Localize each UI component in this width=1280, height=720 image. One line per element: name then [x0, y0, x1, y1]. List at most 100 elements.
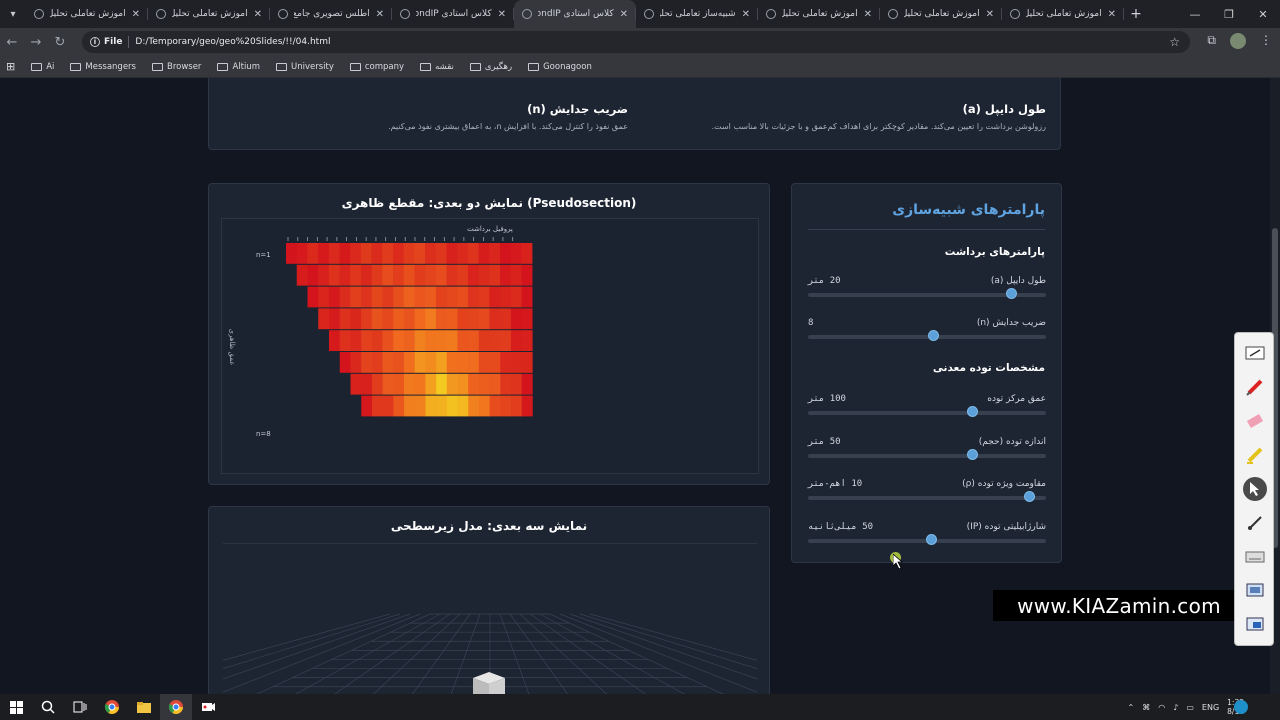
param-slider-track[interactable] [808, 411, 1046, 415]
start-icon[interactable] [0, 694, 32, 720]
new-tab-icon[interactable]: + [1124, 6, 1148, 22]
browser-tab[interactable]: آموزش تعاملی تحلیل ✕ [758, 0, 880, 28]
tab-close-icon[interactable]: ✕ [376, 9, 384, 20]
whiteboard-icon[interactable] [1243, 341, 1267, 365]
eraser-icon[interactable] [1243, 409, 1267, 433]
pseudosection-cell [307, 243, 319, 264]
bookmark-folder[interactable]: رهگیری [464, 62, 518, 72]
bookmark-folder[interactable]: Goonagoon [522, 62, 598, 72]
browser-tab[interactable]: آموزش تعاملی تحلیل ✕ [1002, 0, 1124, 28]
close-window-icon[interactable]: ✕ [1246, 0, 1280, 28]
param-slider-track[interactable] [808, 335, 1046, 339]
browser-tab[interactable]: آموزش تعاملی تحلیل ✕ [148, 0, 270, 28]
pseudosection-cell [425, 286, 437, 308]
bookmark-folder[interactable]: Messangers [64, 62, 142, 72]
param-slider-track[interactable] [808, 454, 1046, 458]
param-slider-thumb[interactable] [1005, 288, 1017, 299]
apps-grid-icon[interactable]: ⊞ [6, 60, 15, 73]
bookmark-label: نقشه [435, 61, 454, 72]
battery-icon[interactable]: ▭ [1186, 703, 1194, 712]
omnibox[interactable]: i File D:/Temporary/geo/geo%20Slides/!!/0… [82, 31, 1190, 53]
search-icon[interactable] [32, 694, 64, 720]
info-separation-factor: ضریب جدایش (n) عمق نفوذ را کنترل می‌کند.… [248, 102, 628, 131]
toolbar-actions: ⧉ ⋮ [1207, 33, 1272, 49]
browser-tab[interactable]: کلاس استادی CondIP ✕ [392, 0, 514, 28]
bookmark-star-icon[interactable]: ☆ [1169, 35, 1180, 49]
profile-avatar[interactable] [1230, 33, 1246, 49]
edge-tray-icon[interactable] [1234, 700, 1248, 714]
bookmark-folder[interactable]: Altium [211, 62, 266, 72]
pseudosection-cell [318, 264, 330, 286]
forward-icon[interactable]: → [24, 35, 48, 50]
pseudosection-cell [350, 352, 362, 373]
tab-close-icon[interactable]: ✕ [254, 9, 262, 20]
minimize-icon[interactable]: — [1178, 0, 1212, 28]
tab-close-icon[interactable]: ✕ [132, 9, 140, 20]
recorder-app-icon[interactable] [192, 694, 224, 720]
chrome-icon[interactable] [96, 694, 128, 720]
param-slider-track[interactable] [808, 496, 1046, 500]
browser-tab[interactable]: کلاس استادی CondIP ✕ [514, 0, 636, 28]
tab-favicon-icon [156, 9, 166, 19]
param-slider-thumb[interactable] [1023, 491, 1035, 502]
highlighter-icon[interactable] [1243, 443, 1267, 467]
bookmark-label: company [364, 61, 405, 72]
back-icon[interactable]: ← [0, 35, 24, 50]
pseudosection-cell [489, 330, 501, 351]
restore-icon[interactable]: ❐ [1212, 0, 1246, 28]
tab-close-icon[interactable]: ✕ [864, 9, 872, 20]
pseudosection-cell [467, 264, 479, 286]
display-settings-icon[interactable] [1243, 613, 1267, 637]
browser-tab[interactable]: آموزش تعاملی تحلیل ✕ [26, 0, 148, 28]
grid-line [529, 613, 646, 694]
view3d-canvas[interactable] [100, 543, 880, 694]
tab-close-icon[interactable]: ✕ [986, 9, 994, 20]
omnibox-divider [128, 36, 130, 48]
param-slider-thumb[interactable] [928, 330, 940, 341]
bookmark-folder[interactable]: company [344, 62, 410, 72]
browser-tab[interactable]: شبیه‌ساز تعاملی تحلیل ✕ [636, 0, 758, 28]
pseudosection-cell [318, 286, 330, 308]
param-slider-thumb[interactable] [966, 406, 978, 417]
tab-close-icon[interactable]: ✕ [498, 9, 506, 20]
pseudosection-cell [521, 308, 533, 330]
grid-line [411, 613, 471, 694]
bookmark-folder[interactable]: Ai [25, 62, 60, 72]
keyboard-icon[interactable] [1243, 545, 1267, 569]
tab-search-icon[interactable]: ▾ [0, 0, 26, 28]
annotation-toolbox [1234, 332, 1274, 646]
brush-icon[interactable] [1243, 511, 1267, 535]
watermark: www.KIAZamin.com [993, 590, 1245, 621]
bookmark-folder[interactable]: University [270, 62, 340, 72]
reload-icon[interactable]: ↻ [48, 35, 72, 50]
browser-tab[interactable]: اطلس تصویری جامع ✕ [270, 0, 392, 28]
info-icon: i [90, 37, 100, 47]
file-explorer-icon[interactable] [128, 694, 160, 720]
bookmark-folder[interactable]: نقشه [414, 62, 460, 72]
url-text[interactable]: D:/Temporary/geo/geo%20Slides/!!/04.html [135, 37, 330, 47]
tab-title: اطلس تصویری جامع [294, 9, 370, 19]
volume-icon[interactable]: ♪ [1173, 703, 1178, 712]
param-slider-thumb[interactable] [966, 449, 978, 460]
bookmark-folder[interactable]: Browser [146, 62, 207, 72]
red-pen-icon[interactable] [1243, 375, 1267, 399]
pseudosection-cell [489, 395, 501, 417]
extensions-icon[interactable]: ⧉ [1207, 33, 1216, 49]
menu-kebab-icon[interactable]: ⋮ [1260, 33, 1272, 49]
network-icon[interactable]: ⌘ [1142, 703, 1150, 712]
site-info-chip[interactable]: i File [90, 37, 122, 47]
pseudosection-cell [318, 308, 330, 330]
screen-capture-icon[interactable] [1243, 579, 1267, 603]
pointer-tool-icon[interactable] [1243, 477, 1267, 501]
param-slider-thumb[interactable] [926, 534, 938, 545]
tab-close-icon[interactable]: ✕ [742, 9, 750, 20]
tab-close-icon[interactable]: ✕ [620, 9, 628, 20]
pseudosection-cell [307, 264, 319, 286]
tray-chevron-icon[interactable]: ⌃ [1128, 703, 1135, 712]
browser-tab[interactable]: آموزش تعاملی تحلیل ✕ [880, 0, 1002, 28]
language-indicator[interactable]: ENG [1202, 703, 1219, 712]
chrome-active-icon[interactable] [160, 694, 192, 720]
wifi-icon[interactable]: ◠ [1158, 703, 1165, 712]
tab-close-icon[interactable]: ✕ [1108, 9, 1116, 20]
task-view-icon[interactable] [64, 694, 96, 720]
